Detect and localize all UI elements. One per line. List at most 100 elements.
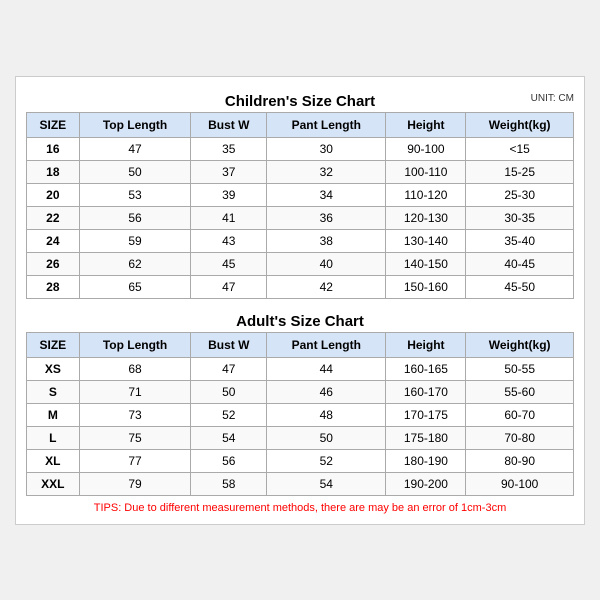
table-cell: 150-160 xyxy=(386,275,466,298)
children-col-height: Height xyxy=(386,112,466,137)
table-cell: 190-200 xyxy=(386,472,466,495)
table-row: 1647353090-100<15 xyxy=(27,137,574,160)
table-cell: 39 xyxy=(191,183,267,206)
table-cell: S xyxy=(27,380,80,403)
table-cell: 25-30 xyxy=(466,183,574,206)
table-cell: 36 xyxy=(267,206,386,229)
adult-table: SIZE Top Length Bust W Pant Length Heigh… xyxy=(26,332,574,496)
children-table: SIZE Top Length Bust W Pant Length Heigh… xyxy=(26,112,574,299)
table-cell: 35 xyxy=(191,137,267,160)
table-cell: <15 xyxy=(466,137,574,160)
table-cell: 58 xyxy=(191,472,267,495)
table-cell: 38 xyxy=(267,229,386,252)
table-cell: 42 xyxy=(267,275,386,298)
table-cell: 55-60 xyxy=(466,380,574,403)
table-cell: 175-180 xyxy=(386,426,466,449)
adult-header-row: SIZE Top Length Bust W Pant Length Heigh… xyxy=(27,332,574,357)
table-row: 18503732100-11015-25 xyxy=(27,160,574,183)
chart-container: Children's Size Chart UNIT: CM SIZE Top … xyxy=(15,76,585,525)
table-cell: 30 xyxy=(267,137,386,160)
adult-title-text: Adult's Size Chart xyxy=(236,313,364,330)
table-cell: L xyxy=(27,426,80,449)
table-cell: 45 xyxy=(191,252,267,275)
table-cell: 53 xyxy=(79,183,191,206)
adult-title: Adult's Size Chart xyxy=(26,307,574,332)
table-cell: 52 xyxy=(267,449,386,472)
table-cell: 71 xyxy=(79,380,191,403)
children-col-weight: Weight(kg) xyxy=(466,112,574,137)
table-cell: 160-165 xyxy=(386,357,466,380)
children-header-row: SIZE Top Length Bust W Pant Length Heigh… xyxy=(27,112,574,137)
table-cell: 24 xyxy=(27,229,80,252)
table-row: 26624540140-15040-45 xyxy=(27,252,574,275)
unit-label: UNIT: CM xyxy=(531,93,574,104)
table-cell: 130-140 xyxy=(386,229,466,252)
table-row: M735248170-17560-70 xyxy=(27,403,574,426)
table-cell: 70-80 xyxy=(466,426,574,449)
table-row: 24594338130-14035-40 xyxy=(27,229,574,252)
table-cell: 100-110 xyxy=(386,160,466,183)
table-row: 28654742150-16045-50 xyxy=(27,275,574,298)
adult-col-size: SIZE xyxy=(27,332,80,357)
table-cell: 40-45 xyxy=(466,252,574,275)
table-cell: 160-170 xyxy=(386,380,466,403)
adult-col-weight: Weight(kg) xyxy=(466,332,574,357)
table-cell: 41 xyxy=(191,206,267,229)
table-cell: 30-35 xyxy=(466,206,574,229)
table-cell: 47 xyxy=(79,137,191,160)
table-cell: 47 xyxy=(191,275,267,298)
table-cell: M xyxy=(27,403,80,426)
table-cell: 26 xyxy=(27,252,80,275)
table-cell: 34 xyxy=(267,183,386,206)
table-cell: 45-50 xyxy=(466,275,574,298)
table-cell: XL xyxy=(27,449,80,472)
table-row: XXL795854190-20090-100 xyxy=(27,472,574,495)
table-cell: XS xyxy=(27,357,80,380)
children-title-text: Children's Size Chart xyxy=(225,93,375,110)
table-cell: 75 xyxy=(79,426,191,449)
table-cell: 50-55 xyxy=(466,357,574,380)
table-cell: 68 xyxy=(79,357,191,380)
table-cell: 44 xyxy=(267,357,386,380)
table-row: L755450175-18070-80 xyxy=(27,426,574,449)
table-cell: 43 xyxy=(191,229,267,252)
table-cell: 170-175 xyxy=(386,403,466,426)
table-cell: 54 xyxy=(267,472,386,495)
table-cell: 32 xyxy=(267,160,386,183)
table-cell: 140-150 xyxy=(386,252,466,275)
table-cell: 79 xyxy=(79,472,191,495)
table-cell: 56 xyxy=(191,449,267,472)
adult-col-bust-w: Bust W xyxy=(191,332,267,357)
adult-col-top-length: Top Length xyxy=(79,332,191,357)
table-cell: 35-40 xyxy=(466,229,574,252)
table-row: XL775652180-19080-90 xyxy=(27,449,574,472)
table-cell: 90-100 xyxy=(466,472,574,495)
table-cell: 50 xyxy=(79,160,191,183)
table-cell: 16 xyxy=(27,137,80,160)
table-cell: 56 xyxy=(79,206,191,229)
tips-text: TIPS: Due to different measurement metho… xyxy=(26,502,574,514)
table-cell: 28 xyxy=(27,275,80,298)
adult-col-pant-length: Pant Length xyxy=(267,332,386,357)
table-cell: 52 xyxy=(191,403,267,426)
table-cell: 62 xyxy=(79,252,191,275)
table-row: XS684744160-16550-55 xyxy=(27,357,574,380)
table-cell: 46 xyxy=(267,380,386,403)
adult-col-height: Height xyxy=(386,332,466,357)
table-row: 20533934110-12025-30 xyxy=(27,183,574,206)
children-title: Children's Size Chart UNIT: CM xyxy=(26,87,574,112)
table-cell: 65 xyxy=(79,275,191,298)
table-cell: 18 xyxy=(27,160,80,183)
table-cell: 48 xyxy=(267,403,386,426)
table-cell: 120-130 xyxy=(386,206,466,229)
table-cell: 20 xyxy=(27,183,80,206)
children-col-bust-w: Bust W xyxy=(191,112,267,137)
children-col-size: SIZE xyxy=(27,112,80,137)
table-cell: 40 xyxy=(267,252,386,275)
table-cell: 54 xyxy=(191,426,267,449)
children-col-top-length: Top Length xyxy=(79,112,191,137)
table-cell: 22 xyxy=(27,206,80,229)
table-row: 22564136120-13030-35 xyxy=(27,206,574,229)
table-cell: 47 xyxy=(191,357,267,380)
table-cell: 15-25 xyxy=(466,160,574,183)
